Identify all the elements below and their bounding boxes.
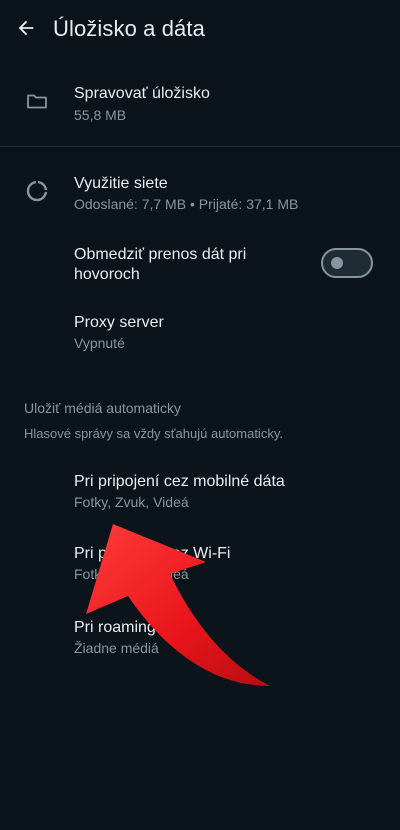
network-usage-item[interactable]: Využitie siete Odoslané: 7,7 MB • Prijat… (0, 166, 400, 226)
proxy-server-status: Vypnuté (74, 335, 125, 351)
storage-and-data-screen: Úložisko a dáta Spravovať úložisko 55,8 … (0, 0, 400, 830)
proxy-server-label: Proxy server (74, 314, 164, 331)
arrow-left-icon (18, 20, 34, 36)
limit-call-data-label-line2: hovoroch (74, 266, 140, 283)
wifi-download-label: Pri pripojení cez Wi-Fi (74, 545, 231, 562)
mobile-data-download-item[interactable]: Pri pripojení cez mobilné dáta Fotky, Zv… (0, 464, 400, 524)
roaming-download-value: Žiadne médiá (74, 640, 159, 656)
limit-call-data-label-line1: Obmedziť prenos dát pri (74, 246, 247, 263)
network-usage-label: Využitie siete (74, 175, 168, 192)
toggle-knob (331, 257, 343, 269)
page-title: Úložisko a dáta (53, 16, 205, 41)
back-button[interactable] (12, 14, 40, 42)
wifi-download-value: Fotky, Zvuk, Videá (74, 566, 189, 582)
media-autodownload-note: Hlasové správy sa vždy sťahujú automatic… (24, 426, 283, 441)
roaming-download-item[interactable]: Pri roamingu Žiadne médiá (0, 610, 400, 670)
divider (0, 146, 400, 147)
manage-storage-item[interactable]: Spravovať úložisko 55,8 MB (0, 76, 400, 136)
manage-storage-size: 55,8 MB (74, 107, 127, 123)
media-autodownload-section-title: Uložiť médiá automaticky (24, 400, 181, 416)
manage-storage-label: Spravovať úložisko (74, 85, 210, 102)
folder-icon (24, 88, 50, 114)
proxy-server-item[interactable]: Proxy server Vypnuté (0, 306, 400, 362)
data-usage-icon (24, 178, 50, 204)
mobile-data-download-label: Pri pripojení cez mobilné dáta (74, 473, 285, 490)
limit-call-data-toggle[interactable] (321, 248, 373, 278)
top-app-bar: Úložisko a dáta (0, 0, 400, 60)
wifi-download-item[interactable]: Pri pripojení cez Wi-Fi Fotky, Zvuk, Vid… (0, 536, 400, 596)
mobile-data-download-value: Fotky, Zvuk, Videá (74, 494, 189, 510)
roaming-download-label: Pri roamingu (74, 619, 165, 636)
network-usage-stats: Odoslané: 7,7 MB • Prijaté: 37,1 MB (74, 196, 299, 212)
